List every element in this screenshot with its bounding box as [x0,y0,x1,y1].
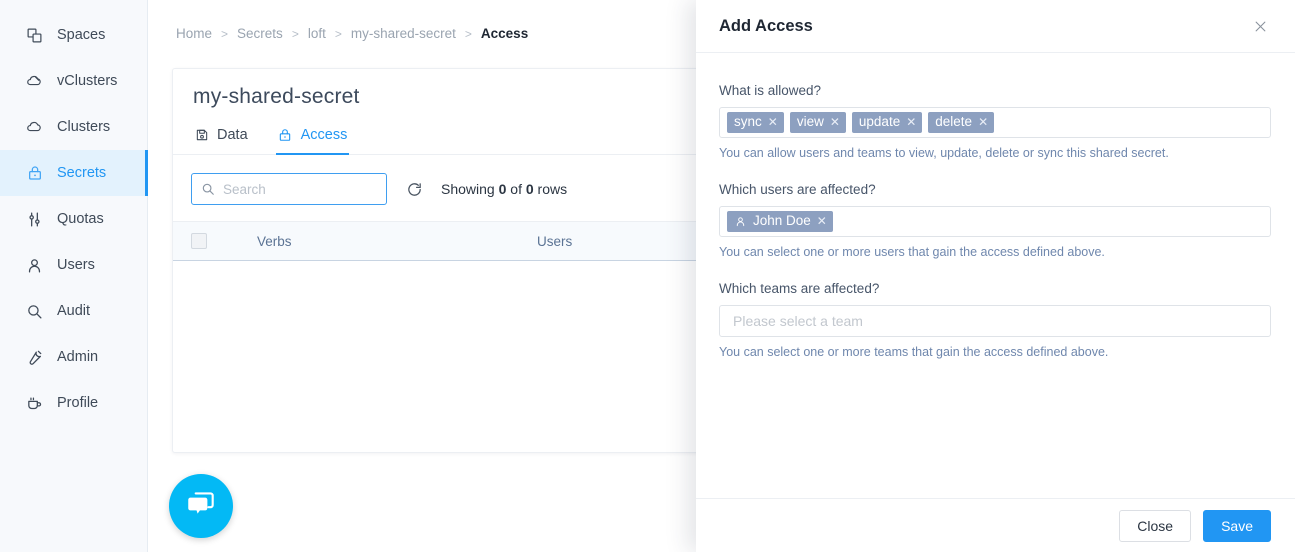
wrench-icon [26,349,43,366]
breadcrumb-separator: > [291,26,299,41]
breadcrumb-separator: > [221,26,229,41]
sidebar-item-label: Admin [57,348,99,365]
save-icon [194,128,209,143]
close-icon[interactable] [1249,15,1271,37]
sidebar-item-spaces[interactable]: Spaces [0,12,147,58]
chip-label: update [858,114,901,129]
cup-icon [26,395,43,412]
field-affected-users: Which users are affected? John Doe ✕ You… [719,182,1271,259]
chip-remove-icon[interactable]: ✕ [768,114,778,130]
chip-verb-sync[interactable]: sync ✕ [727,112,784,133]
user-icon [734,215,746,227]
search-box[interactable] [191,173,387,205]
field-allowed-verbs: What is allowed? sync ✕ view ✕ update ✕ [719,83,1271,160]
sliders-icon [26,211,43,228]
spaces-icon [26,27,43,44]
verbs-multiselect[interactable]: sync ✕ view ✕ update ✕ delete ✕ [719,107,1271,138]
field-label: What is allowed? [719,83,822,98]
app-root: Spaces vClusters Clusters Secrets Quotas… [0,0,1295,552]
chip-verb-delete[interactable]: delete ✕ [928,112,995,133]
chip-user-john-doe[interactable]: John Doe ✕ [727,211,833,232]
sidebar-item-users[interactable]: Users [0,242,147,288]
chip-verb-view[interactable]: view ✕ [789,112,846,133]
clusters-icon [26,119,43,136]
drawer-title: Add Access [719,16,813,35]
field-help-text: You can allow users and teams to view, u… [719,146,1169,160]
rows-middle: of [510,181,522,197]
chip-remove-icon[interactable]: ✕ [817,213,827,229]
refresh-icon[interactable] [405,180,423,198]
rows-prefix: Showing [441,181,495,197]
vclusters-icon [26,73,43,90]
sidebar-item-secrets[interactable]: Secrets [0,150,148,196]
close-button[interactable]: Close [1119,509,1192,542]
tab-access[interactable]: Access [275,127,350,155]
sidebar-item-label: Audit [57,302,91,319]
field-help-text: You can select one or more users that ga… [719,245,1105,259]
column-header-verbs[interactable]: Verbs [257,234,537,249]
sidebar-item-label: Quotas [57,210,104,227]
chip-remove-icon[interactable]: ✕ [830,114,840,130]
select-all-checkbox[interactable] [191,233,207,249]
breadcrumb-item-home[interactable]: Home [176,26,212,41]
chat-bubbles-icon [184,487,218,526]
sidebar-item-clusters[interactable]: Clusters [0,104,147,150]
rows-suffix: rows [537,181,568,197]
sidebar-item-label: Spaces [57,26,106,43]
field-help-text: You can select one or more teams that ga… [719,345,1109,359]
sidebar-item-vclusters[interactable]: vClusters [0,58,147,104]
breadcrumb-item-access: Access [480,26,529,41]
chip-label: sync [734,114,762,129]
breadcrumb-item-loft[interactable]: loft [308,26,326,41]
chip-label: delete [935,114,973,129]
sidebar-item-audit[interactable]: Audit [0,288,147,334]
teams-multiselect[interactable]: Please select a team [719,305,1271,337]
breadcrumb-separator: > [464,26,472,41]
teams-placeholder: Please select a team [733,313,863,329]
search-icon [201,182,215,196]
rows-total-count: 0 [525,181,534,197]
rows-shown-count: 0 [498,181,507,197]
users-multiselect[interactable]: John Doe ✕ [719,206,1271,237]
sidebar-item-label: vClusters [57,72,118,89]
sidebar-item-label: Secrets [57,164,107,181]
rows-status: Showing 0 of 0 rows [441,181,567,197]
user-icon [26,257,43,274]
breadcrumb-item-secret[interactable]: my-shared-secret [351,26,456,41]
sidebar-item-quotas[interactable]: Quotas [0,196,147,242]
drawer-body: What is allowed? sync ✕ view ✕ update ✕ [696,53,1295,498]
add-access-drawer: Add Access What is allowed? sync ✕ view [696,0,1295,552]
lock-icon [278,128,293,143]
drawer-footer: Close Save [696,498,1295,552]
sidebar-item-admin[interactable]: Admin [0,334,147,380]
save-button[interactable]: Save [1203,509,1271,542]
chip-label: view [796,114,824,129]
sidebar-item-label: Profile [57,394,99,411]
chip-label: John Doe [753,213,811,228]
search-input[interactable] [192,174,386,204]
sidebar-item-profile[interactable]: Profile [0,380,147,426]
sidebar-item-label: Clusters [57,118,111,135]
field-affected-teams: Which teams are affected? Please select … [719,281,1271,359]
chip-remove-icon[interactable]: ✕ [978,114,988,130]
sidebar: Spaces vClusters Clusters Secrets Quotas… [0,0,148,552]
field-label: Which teams are affected? [719,281,880,296]
tab-data[interactable]: Data [192,127,250,155]
field-label: Which users are affected? [719,182,876,197]
tab-label: Data [217,127,248,143]
drawer-header: Add Access [696,0,1295,53]
chat-widget-button[interactable] [169,474,233,538]
breadcrumb-item-secrets[interactable]: Secrets [237,26,283,41]
breadcrumb-separator: > [334,26,342,41]
tab-label: Access [300,127,348,143]
chip-verb-update[interactable]: update ✕ [851,112,923,133]
search-icon [26,303,43,320]
chip-remove-icon[interactable]: ✕ [906,114,916,130]
lock-icon [26,165,43,182]
sidebar-item-label: Users [57,256,95,273]
